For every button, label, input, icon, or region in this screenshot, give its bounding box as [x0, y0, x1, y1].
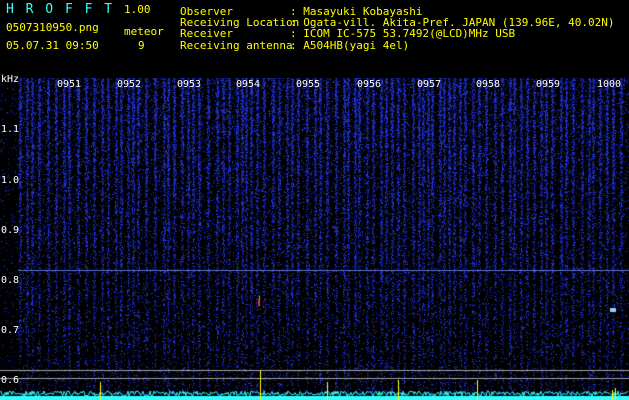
x-tick-0952: 0952: [117, 79, 142, 90]
date-time: 05.07.31 09:50: [6, 39, 99, 52]
y-tick-0-7: 0.7: [1, 325, 20, 336]
x-tick-0954: 0954: [236, 79, 261, 90]
y-tick-1-0: 1.0: [1, 175, 20, 186]
y-axis-unit: kHz: [1, 74, 20, 85]
y-tick-1-1: 1.1: [1, 124, 20, 135]
y-tick-0-6: 0.6: [1, 375, 20, 386]
spectrogram-canvas: [0, 78, 629, 400]
y-tick-0-9: 0.9: [1, 225, 20, 236]
header-panel: H R O F F T 1.00 0507310950.png meteor 0…: [0, 0, 629, 78]
x-tick-1000: 1000: [597, 79, 622, 90]
file-name: 0507310950.png: [6, 21, 99, 34]
antenna-label: Receiving antenna: [180, 39, 293, 52]
mode-label: meteor: [124, 25, 164, 38]
app-version: 1.00: [124, 3, 151, 16]
x-tick-0957: 0957: [417, 79, 442, 90]
x-tick-0951: 0951: [57, 79, 82, 90]
x-tick-0958: 0958: [476, 79, 501, 90]
app-title: H R O F F T: [6, 2, 115, 17]
x-tick-0955: 0955: [296, 79, 321, 90]
x-tick-0953: 0953: [177, 79, 202, 90]
x-tick-0956: 0956: [357, 79, 382, 90]
x-tick-0959: 0959: [536, 79, 561, 90]
antenna-value: : A504HB(yagi 4el): [290, 39, 410, 52]
meteor-count: 9: [138, 39, 145, 52]
y-tick-0-8: 0.8: [1, 275, 20, 286]
